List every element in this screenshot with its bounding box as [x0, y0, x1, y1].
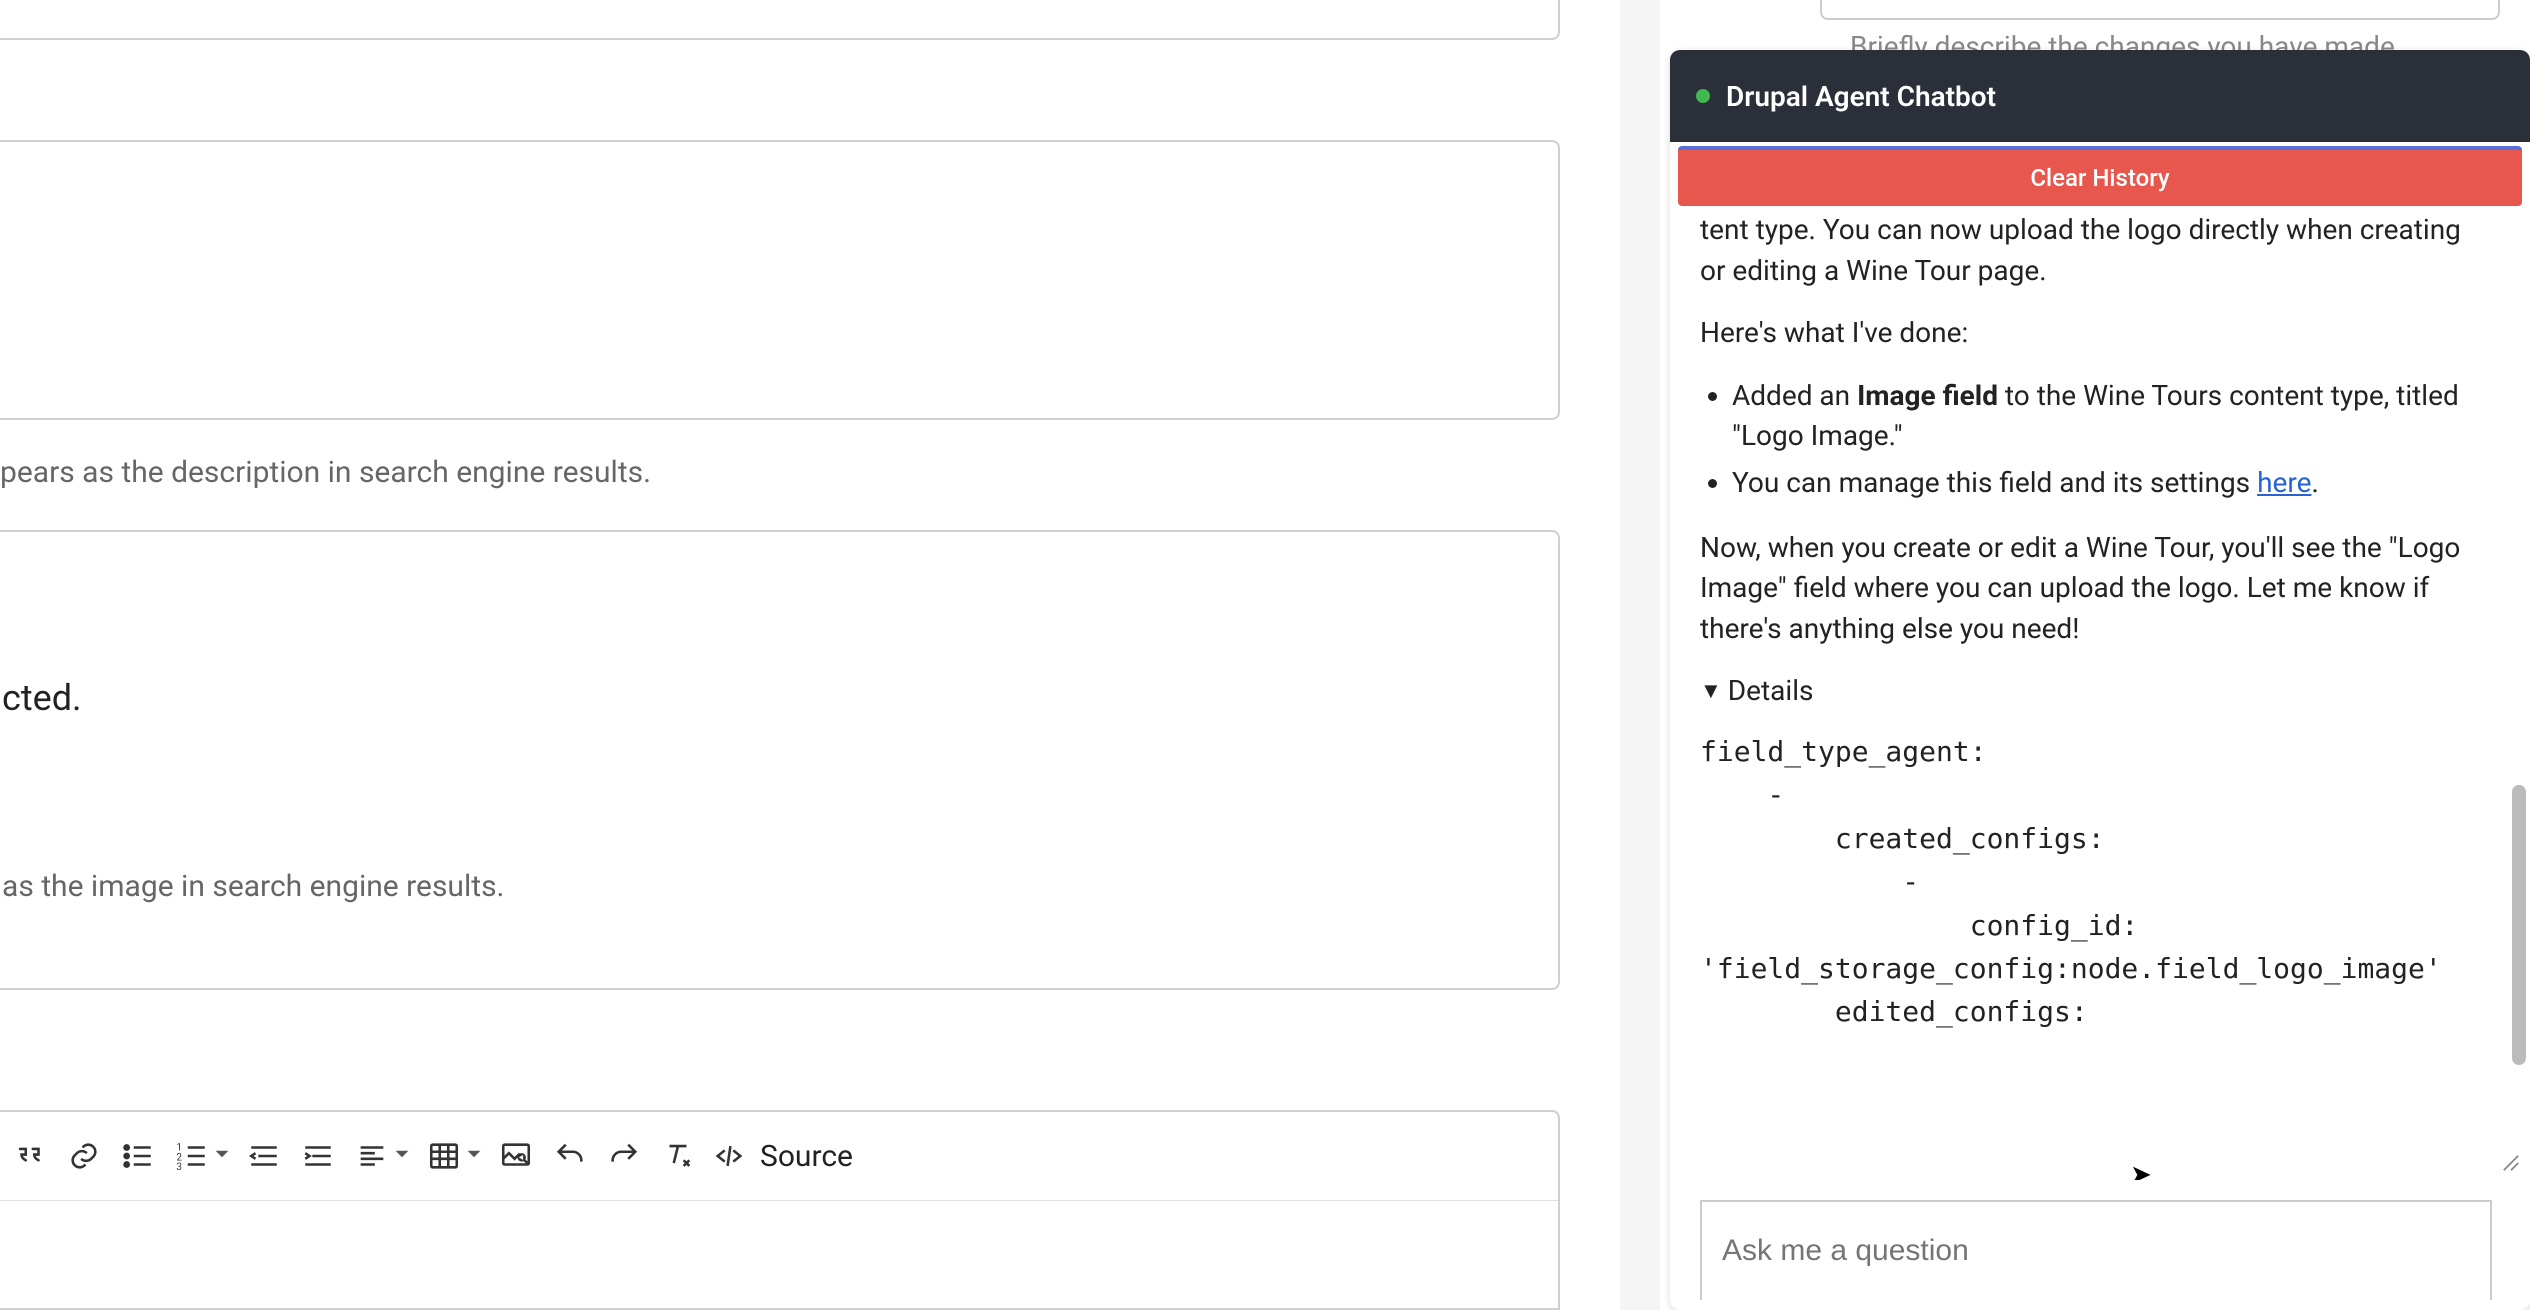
msg-intro-cutoff: tent type. You can now upload the logo d… [1700, 210, 2490, 291]
cursor-icon: ➤ [2130, 1160, 2152, 1180]
outdent-button[interactable] [244, 1136, 284, 1176]
align-combo[interactable] [352, 1136, 410, 1176]
chevron-down-icon[interactable] [214, 1146, 230, 1166]
align-button[interactable] [352, 1136, 392, 1176]
ordered-list-button[interactable]: 123 [172, 1136, 212, 1176]
selected-status-fragment: cted. [2, 677, 1578, 719]
list-item: Added an Image field to the Wine Tours c… [1732, 376, 2490, 457]
msg-bullet-list: Added an Image field to the Wine Tours c… [1732, 376, 2490, 504]
form-field-box-1[interactable] [0, 0, 1560, 40]
table-button[interactable] [424, 1136, 464, 1176]
help-text-description: pears as the description in search engin… [0, 455, 651, 490]
help-text-image: as the image in search engine results. [2, 869, 1578, 904]
assistant-message: tent type. You can now upload the logo d… [1700, 210, 2490, 1034]
chat-input-container [1700, 1200, 2492, 1300]
details-label: Details [1728, 671, 1814, 712]
media-button[interactable] [496, 1136, 536, 1176]
here-link[interactable]: here [2257, 466, 2311, 499]
chatbot-header: Drupal Agent Chatbot [1670, 50, 2530, 142]
form-field-box-3: cted. as the image in search engine resu… [0, 530, 1560, 990]
text-strong: Image field [1857, 379, 1998, 412]
chatbot-panel: Drupal Agent Chatbot Clear History tent … [1670, 50, 2530, 1310]
text: Added an [1732, 379, 1857, 412]
blockquote-button[interactable] [10, 1136, 50, 1176]
undo-button[interactable] [550, 1136, 590, 1176]
status-online-icon [1696, 89, 1710, 103]
clear-format-button[interactable] [658, 1136, 698, 1176]
chatbot-messages[interactable]: tent type. You can now upload the logo d… [1670, 200, 2530, 1180]
chevron-down-icon[interactable] [394, 1146, 410, 1166]
clear-history-button[interactable]: Clear History [1678, 146, 2522, 206]
text: You can manage this field and its settin… [1732, 466, 2257, 499]
right-pane: Briefly describe the changes you have ma… [1660, 0, 2530, 1310]
details-code: field_type_agent: - created_configs: - c… [1700, 730, 2490, 1034]
chat-input[interactable] [1722, 1234, 2470, 1268]
bullet-list-button[interactable] [118, 1136, 158, 1176]
resize-handle-icon[interactable] [2502, 1154, 2520, 1172]
rich-text-editor: 123 [0, 1110, 1560, 1310]
text: . [2311, 466, 2318, 499]
chevron-down-icon[interactable] [466, 1146, 482, 1166]
msg-outro: Now, when you create or edit a Wine Tour… [1700, 528, 2490, 650]
scrollbar-thumb[interactable] [2512, 785, 2526, 1065]
list-item: You can manage this field and its settin… [1732, 463, 2490, 504]
indent-button[interactable] [298, 1136, 338, 1176]
source-label: Source [760, 1139, 853, 1174]
form-field-box-2[interactable] [0, 140, 1560, 420]
main-edit-area: pears as the description in search engin… [0, 0, 1620, 1310]
source-button[interactable]: Source [712, 1136, 853, 1176]
table-combo[interactable] [424, 1136, 482, 1176]
chatbot-title: Drupal Agent Chatbot [1726, 80, 1996, 113]
ordered-list-combo[interactable]: 123 [172, 1136, 230, 1176]
redo-button[interactable] [604, 1136, 644, 1176]
svg-text:3: 3 [176, 1162, 182, 1173]
triangle-down-icon: ▼ [1700, 676, 1722, 708]
background-field-box [1820, 0, 2500, 20]
msg-done-heading: Here's what I've done: [1700, 313, 2490, 354]
details-toggle[interactable]: ▼ Details [1700, 671, 2490, 712]
editor-toolbar: 123 [0, 1112, 1558, 1201]
link-button[interactable] [64, 1136, 104, 1176]
